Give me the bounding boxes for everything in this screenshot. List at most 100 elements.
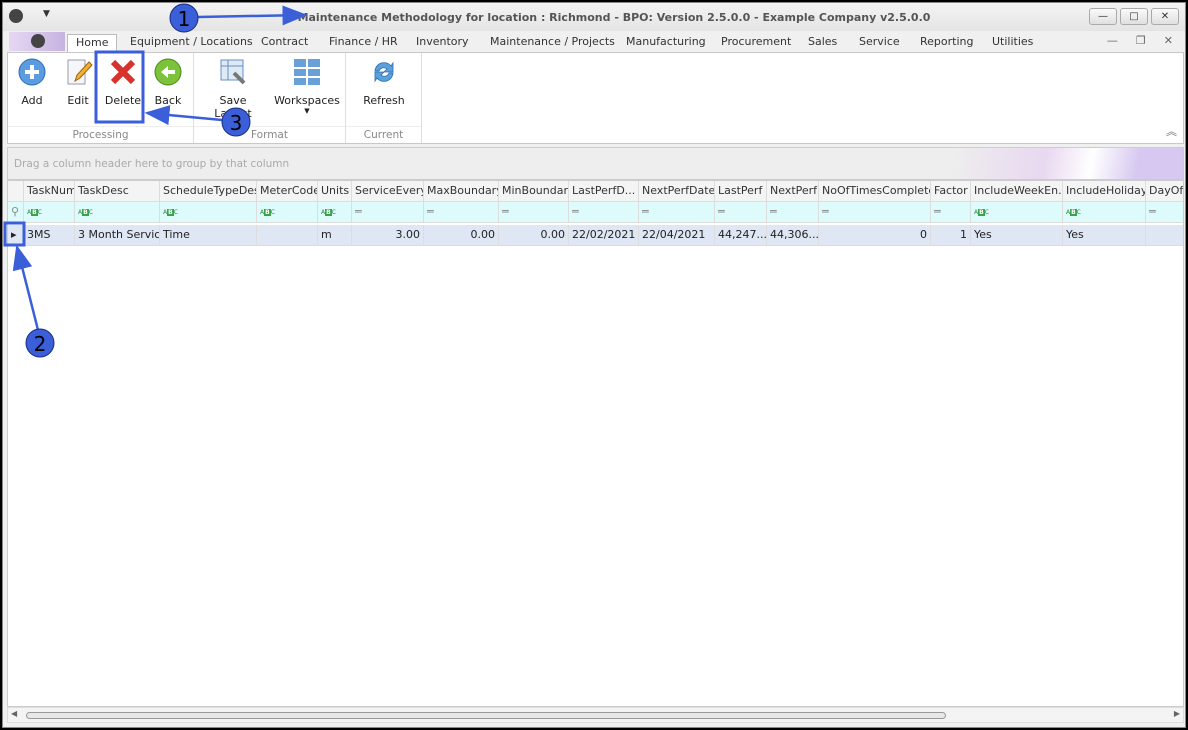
tab-sales[interactable]: Sales: [800, 34, 845, 52]
tab-inventory[interactable]: Inventory: [408, 34, 477, 52]
filter-cell[interactable]: ═: [569, 202, 639, 223]
filter-cell[interactable]: ═: [424, 202, 499, 223]
column-header[interactable]: LastPerfD...: [569, 181, 639, 202]
row-indicator[interactable]: ▸: [8, 225, 24, 246]
filter-cell[interactable]: ═: [639, 202, 715, 223]
filter-cell[interactable]: ═: [715, 202, 767, 223]
save-layout-button[interactable]: Save Layout: [200, 57, 266, 120]
edit-icon: [67, 59, 93, 85]
column-header[interactable]: MinBoundary: [499, 181, 569, 202]
tab-equipment-locations[interactable]: Equipment / Locations: [122, 34, 261, 52]
table-cell[interactable]: m: [318, 225, 352, 246]
table-cell[interactable]: 22/02/2021: [569, 225, 639, 246]
filter-cell[interactable]: ABC: [75, 202, 160, 223]
mdi-restore-icon[interactable]: ❐: [1136, 34, 1146, 47]
table-cell[interactable]: [1146, 225, 1183, 246]
filter-cell[interactable]: ═: [1146, 202, 1183, 223]
data-grid: TaskNum TaskDesc ScheduleTypeDesc MeterCode…: [7, 180, 1184, 707]
table-cell[interactable]: 22/04/2021: [639, 225, 715, 246]
back-label: Back: [154, 94, 182, 107]
tab-finance-hr[interactable]: Finance / HR: [321, 34, 406, 52]
table-cell[interactable]: 0: [819, 225, 931, 246]
table-cell[interactable]: Yes: [1063, 225, 1146, 246]
close-button[interactable]: ✕: [1151, 8, 1179, 25]
filter-cell[interactable]: ABC: [1063, 202, 1146, 223]
refresh-button[interactable]: Refresh: [356, 57, 412, 107]
filter-cell[interactable]: ABC: [257, 202, 318, 223]
equals-filter-icon: ═: [427, 205, 434, 218]
text-filter-icon: ABC: [260, 208, 275, 216]
table-cell[interactable]: 1: [931, 225, 971, 246]
table-cell[interactable]: 44,306...: [767, 225, 819, 246]
column-header[interactable]: DayOf: [1146, 181, 1183, 202]
mdi-minimize-icon[interactable]: —: [1107, 34, 1118, 47]
table-cell[interactable]: Time: [160, 225, 257, 246]
column-header[interactable]: NoOfTimesCompleted: [819, 181, 931, 202]
equals-filter-icon: ═: [770, 205, 777, 218]
scrollbar-thumb[interactable]: [26, 712, 946, 719]
filter-cell[interactable]: ABC: [160, 202, 257, 223]
filter-cell[interactable]: ═: [499, 202, 569, 223]
column-header[interactable]: TaskNum: [24, 181, 75, 202]
filter-cell[interactable]: ABC: [971, 202, 1063, 223]
table-cell[interactable]: 0.00: [424, 225, 499, 246]
filter-pin-icon[interactable]: ⚲: [8, 202, 24, 223]
table-row[interactable]: ▸ 3MS 3 Month Service Time m 3.00 0.00 0.00 22/0…: [8, 225, 1183, 246]
column-header[interactable]: NextPerfDate: [639, 181, 715, 202]
column-header[interactable]: TaskDesc: [75, 181, 160, 202]
column-header[interactable]: IncludeHolidays: [1063, 181, 1146, 202]
filter-cell[interactable]: ═: [352, 202, 424, 223]
workspaces-button[interactable]: Workspaces ▼: [274, 57, 340, 115]
table-cell[interactable]: 44,247...: [715, 225, 767, 246]
file-menu-button[interactable]: [9, 32, 65, 51]
filter-cell[interactable]: ═: [819, 202, 931, 223]
tab-home[interactable]: Home: [67, 34, 118, 52]
column-header[interactable]: LastPerf: [715, 181, 767, 202]
column-header[interactable]: Units: [318, 181, 352, 202]
back-button[interactable]: Back: [150, 57, 186, 107]
column-header[interactable]: MeterCode: [257, 181, 318, 202]
text-filter-icon: ABC: [27, 208, 42, 216]
column-header[interactable]: ServiceEvery: [352, 181, 424, 202]
tab-manufacturing[interactable]: Manufacturing: [618, 34, 714, 52]
filter-cell[interactable]: ═: [931, 202, 971, 223]
scroll-right-icon[interactable]: ▶: [1174, 709, 1180, 718]
dropdown-arrow-icon: ▼: [304, 107, 310, 115]
tab-maintenance-projects[interactable]: Maintenance / Projects: [482, 34, 623, 52]
title-bar: ▼ Maintenance Methodology for location :…: [3, 3, 1185, 31]
horizontal-scrollbar[interactable]: ◀ ▶: [7, 707, 1184, 723]
filter-cell[interactable]: ═: [767, 202, 819, 223]
edit-label: Edit: [67, 94, 89, 107]
current-group: Refresh Current: [346, 53, 422, 143]
maximize-button[interactable]: □: [1120, 8, 1148, 25]
table-cell[interactable]: 3MS: [24, 225, 75, 246]
filter-cell[interactable]: ABC: [318, 202, 352, 223]
table-cell[interactable]: Yes: [971, 225, 1063, 246]
column-header[interactable]: Factor: [931, 181, 971, 202]
collapse-ribbon-icon[interactable]: ︽: [1166, 123, 1177, 139]
minimize-button[interactable]: —: [1089, 8, 1117, 25]
tab-reporting[interactable]: Reporting: [912, 34, 981, 52]
column-header[interactable]: MaxBoundary: [424, 181, 499, 202]
scroll-left-icon[interactable]: ◀: [11, 709, 17, 718]
table-cell[interactable]: [257, 225, 318, 246]
tab-service[interactable]: Service: [851, 34, 908, 52]
column-header[interactable]: ScheduleTypeDesc: [160, 181, 257, 202]
app-window: ▼ Maintenance Methodology for location :…: [2, 2, 1186, 728]
column-header[interactable]: IncludeWeekEn...: [971, 181, 1063, 202]
table-cell[interactable]: 3 Month Service: [75, 225, 160, 246]
equals-filter-icon: ═: [822, 205, 829, 218]
tab-contract[interactable]: Contract: [253, 34, 316, 52]
column-header[interactable]: NextPerf: [767, 181, 819, 202]
tab-procurement[interactable]: Procurement: [713, 34, 799, 52]
filter-cell[interactable]: ABC: [24, 202, 75, 223]
mdi-close-icon[interactable]: ✕: [1164, 34, 1173, 47]
tab-utilities[interactable]: Utilities: [984, 34, 1041, 52]
delete-label: Delete: [104, 94, 142, 107]
table-cell[interactable]: 0.00: [499, 225, 569, 246]
group-by-panel[interactable]: Drag a column header here to group by th…: [7, 147, 1184, 180]
edit-button[interactable]: Edit: [60, 57, 96, 107]
add-button[interactable]: Add: [14, 57, 50, 107]
table-cell[interactable]: 3.00: [352, 225, 424, 246]
delete-button[interactable]: Delete: [103, 57, 143, 107]
